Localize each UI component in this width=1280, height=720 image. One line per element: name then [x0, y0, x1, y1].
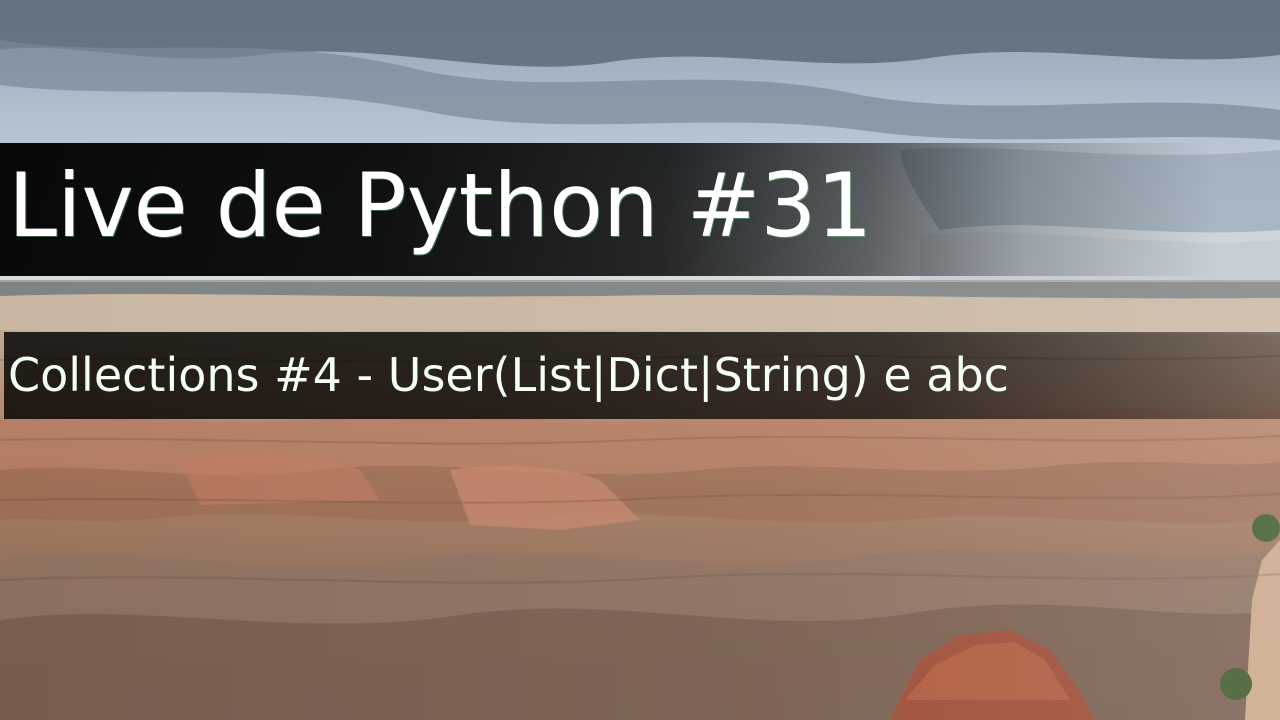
- video-subtitle: Collections #4 - User(List|Dict|String) …: [8, 348, 1009, 402]
- video-title: Live de Python #31: [8, 154, 873, 257]
- thumbnail: Live de Python #31 Collections #4 - User…: [0, 0, 1280, 720]
